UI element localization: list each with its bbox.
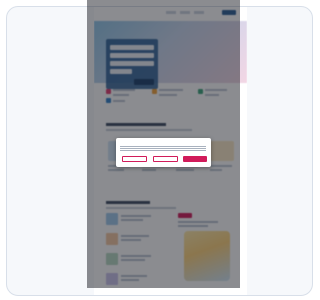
cookie-settings-button[interactable] (122, 156, 147, 162)
cookie-consent-dialog (116, 138, 211, 167)
dialog-body-text (120, 146, 206, 152)
reject-cookies-button[interactable] (153, 156, 178, 162)
accept-cookies-button[interactable] (183, 156, 207, 162)
